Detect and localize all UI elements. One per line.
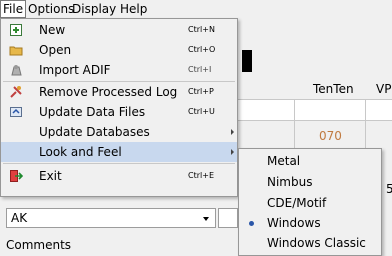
open-folder-icon bbox=[9, 43, 23, 57]
submenu-item-nimbus[interactable]: Nimbus bbox=[239, 172, 381, 193]
submenu-item-label: CDE/Motif bbox=[267, 196, 327, 210]
look-and-feel-submenu: Metal Nimbus CDE/Motif Windows Windows C… bbox=[238, 148, 382, 256]
submenu-item-windows[interactable]: Windows bbox=[239, 213, 381, 234]
menu-item-label: Import ADIF bbox=[39, 63, 111, 77]
submenu-item-label: Nimbus bbox=[267, 175, 313, 189]
menu-item-update-data-files[interactable]: Update Data Files Ctrl+U bbox=[1, 102, 237, 122]
radio-selected-icon bbox=[249, 221, 254, 226]
menu-separator bbox=[3, 163, 235, 164]
menu-item-label: Remove Processed Log bbox=[39, 85, 178, 99]
menu-item-label: Open bbox=[39, 43, 72, 57]
shortcut-label: Ctrl+O bbox=[188, 45, 216, 54]
submenu-item-windows-classic[interactable]: Windows Classic bbox=[239, 233, 381, 254]
shortcut-label: Ctrl+E bbox=[188, 171, 214, 180]
submenu-item-cde-motif[interactable]: CDE/Motif bbox=[239, 193, 381, 214]
chevron-right-icon bbox=[231, 129, 234, 135]
menu-display[interactable]: Display bbox=[70, 1, 118, 17]
table-gridline bbox=[365, 100, 366, 148]
shortcut-label: Ctrl+P bbox=[188, 87, 214, 96]
exit-icon bbox=[9, 169, 24, 183]
menu-item-label: Look and Feel bbox=[39, 145, 122, 159]
menu-bar: File Options Display Help bbox=[0, 0, 392, 18]
submenu-item-metal[interactable]: Metal bbox=[239, 151, 381, 172]
menu-item-remove-processed-log[interactable]: Remove Processed Log Ctrl+P bbox=[1, 82, 237, 102]
menu-item-new[interactable]: New Ctrl+N bbox=[1, 20, 237, 40]
submenu-item-label: Windows Classic bbox=[267, 236, 366, 250]
text-field[interactable] bbox=[218, 208, 238, 228]
cell-value-070: 070 bbox=[319, 129, 342, 143]
table-gridline bbox=[294, 100, 295, 148]
menu-item-label: Exit bbox=[39, 169, 62, 183]
update-icon bbox=[9, 105, 23, 119]
menu-item-import-adif[interactable]: Import ADIF Ctrl+I bbox=[1, 60, 237, 80]
partial-text: 5 bbox=[386, 182, 392, 196]
menu-options[interactable]: Options bbox=[26, 1, 76, 17]
menu-item-exit[interactable]: Exit Ctrl+E bbox=[1, 166, 237, 186]
new-document-icon bbox=[9, 23, 23, 37]
menu-item-look-and-feel[interactable]: Look and Feel bbox=[1, 142, 237, 162]
chevron-down-icon bbox=[203, 217, 209, 221]
comments-label: Comments bbox=[6, 238, 72, 252]
column-header-tenten: TenTen bbox=[313, 82, 354, 96]
chevron-right-icon bbox=[231, 149, 234, 155]
import-icon bbox=[9, 63, 23, 77]
black-block bbox=[242, 50, 252, 72]
column-header-vp: VP bbox=[376, 82, 392, 96]
menu-item-label: Update Databases bbox=[39, 125, 150, 139]
menu-item-label: New bbox=[39, 23, 66, 37]
menu-help[interactable]: Help bbox=[118, 1, 149, 17]
menu-file[interactable]: File bbox=[0, 0, 27, 18]
menu-item-update-databases[interactable]: Update Databases bbox=[1, 122, 237, 142]
menu-item-open[interactable]: Open Ctrl+O bbox=[1, 40, 237, 60]
file-menu: New Ctrl+N Open Ctrl+O Import ADIF Ctrl+… bbox=[0, 18, 238, 197]
shortcut-label: Ctrl+U bbox=[188, 107, 215, 116]
table-row[interactable] bbox=[238, 100, 392, 121]
submenu-item-label: Metal bbox=[267, 154, 301, 168]
state-combobox[interactable]: AK bbox=[6, 208, 216, 228]
remove-log-icon bbox=[9, 85, 23, 99]
state-combobox-value: AK bbox=[11, 211, 28, 225]
shortcut-label: Ctrl+I bbox=[188, 65, 212, 74]
submenu-item-label: Windows bbox=[267, 216, 321, 230]
shortcut-label: Ctrl+N bbox=[188, 25, 215, 34]
menu-item-label: Update Data Files bbox=[39, 105, 146, 119]
